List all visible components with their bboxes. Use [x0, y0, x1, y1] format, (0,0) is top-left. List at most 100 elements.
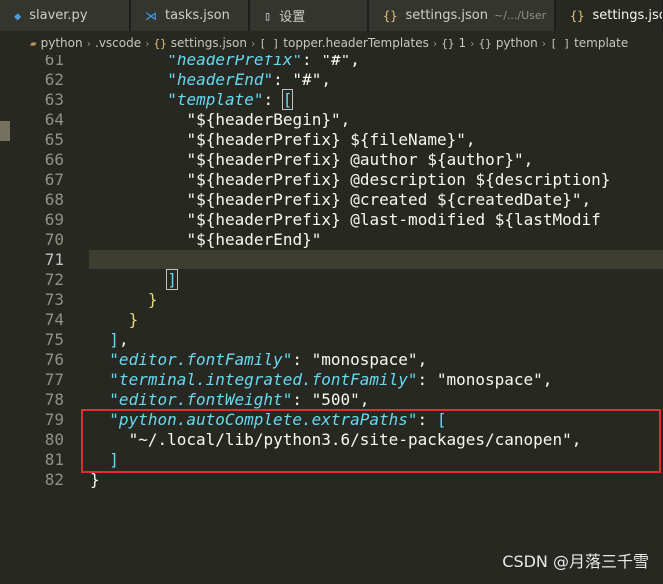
object-icon: {}	[441, 36, 455, 50]
code-line: 76 "editor.fontFamily": "monospace",	[0, 350, 663, 370]
tab-settings-json-user[interactable]: {} settings.json ~/.../User	[369, 0, 555, 31]
code-content: }	[148, 290, 158, 310]
chevron-right-icon: ›	[86, 36, 92, 50]
line-number: 77	[44, 370, 64, 389]
code-token: ,	[542, 370, 553, 389]
array-icon: [ ]	[550, 36, 571, 50]
breadcrumb-item-index[interactable]: {} 1	[441, 36, 466, 50]
code-content: "editor.fontWeight": "500",	[109, 390, 369, 410]
line-number: 81	[44, 450, 64, 469]
code-line: 63 "template": [	[0, 89, 663, 110]
line-number: 82	[44, 470, 64, 489]
breadcrumb-item-settings-json[interactable]: {} settings.json	[154, 36, 247, 50]
array-icon: [ ]	[259, 36, 280, 50]
file-icon: ▯	[264, 8, 272, 23]
breadcrumb-item-python[interactable]: ▰ python	[30, 36, 83, 50]
line-number: 78	[44, 390, 64, 409]
code-content: "${headerPrefix} ${fileName}",	[187, 130, 476, 150]
breadcrumb-label: .vscode	[95, 36, 142, 50]
tab-label: tasks.json	[165, 8, 230, 23]
code-token: :	[292, 390, 312, 409]
line-number: 80	[44, 430, 64, 449]
code-token: "${headerPrefix} @created ${createdDate}…	[186, 190, 592, 209]
code-line: 67 "${headerPrefix} @description ${descri…	[0, 170, 663, 190]
tab-label: 设置	[279, 10, 306, 25]
code-content: "headerEnd": "#",	[167, 70, 331, 90]
code-token: "${headerBegin}",	[186, 110, 351, 129]
line-number: 61	[44, 55, 64, 69]
code-content: "${headerBegin}",	[187, 110, 351, 130]
json-key: "editor.fontWeight"	[109, 390, 293, 409]
code-token: ,	[321, 70, 331, 89]
tab-settings-json-active[interactable]: {} settings.json	[556, 0, 663, 31]
breadcrumb-label: settings.json	[170, 36, 247, 50]
tab-slaver-py[interactable]: ◆ slaver.py	[0, 0, 130, 31]
code-token: }	[147, 290, 158, 309]
breadcrumb-label: python	[495, 36, 538, 50]
breadcrumb-label: 1	[458, 36, 467, 50]
code-line: 70 "${headerEnd}"	[0, 230, 663, 250]
vscode-icon: ⋊	[145, 8, 157, 23]
breadcrumb-item-template[interactable]: [ ] template	[550, 36, 628, 50]
line-number: 74	[44, 310, 64, 329]
tab-label: slaver.py	[29, 8, 88, 23]
code-token: ,	[118, 330, 129, 349]
line-number: 75	[44, 330, 64, 349]
line-number: 73	[44, 290, 64, 309]
code-content: "template": [	[167, 89, 294, 110]
watermark: CSDN @月落三千雪	[502, 552, 649, 571]
code-line: 75],	[0, 330, 663, 350]
breadcrumb-item-python-obj[interactable]: {} python	[479, 36, 538, 50]
breadcrumb-item-vscode[interactable]: .vscode	[95, 36, 141, 50]
line-number: 63	[44, 90, 64, 109]
code-line: 74}	[0, 310, 663, 330]
json-key: "headerEnd"	[167, 70, 274, 89]
code-editor[interactable]: 61 "headerPrefix": "#", 62 "headerEnd": "#"…	[0, 55, 663, 584]
tab-settings-ui[interactable]: ▯ 设置	[250, 0, 368, 31]
code-token: :	[302, 55, 322, 69]
code-line: 65 "${headerPrefix} ${fileName}",	[0, 130, 663, 150]
code-token: "#"	[321, 55, 351, 69]
code-token: }	[128, 310, 139, 329]
tab-bar: ◆ slaver.py ⋊ tasks.json ▯ 设置 {} setting…	[0, 0, 663, 31]
code-token: :	[417, 370, 437, 389]
line-number: 65	[44, 130, 64, 149]
code-content: "editor.fontFamily": "monospace",	[109, 350, 427, 370]
line-number: 76	[44, 350, 64, 369]
json-key: "terminal.integrated.fontFamily"	[109, 370, 418, 389]
tab-tasks-json[interactable]: ⋊ tasks.json	[131, 0, 249, 31]
code-token: ,	[417, 350, 428, 369]
code-line: 66 "${headerPrefix} @author ${author}",	[0, 150, 663, 170]
code-content: "${headerEnd}"	[187, 230, 322, 250]
breadcrumb-label: python	[40, 36, 83, 50]
line-number: 67	[44, 170, 64, 189]
code-token: :	[273, 70, 293, 89]
line-number: 70	[44, 230, 64, 249]
code-content: }	[129, 310, 139, 330]
code-line: 61 "headerPrefix": "#",	[0, 55, 663, 70]
code-content: ]	[166, 269, 178, 290]
line-number: 66	[44, 150, 64, 169]
line-number: 64	[44, 110, 64, 129]
json-key: "editor.fontFamily"	[109, 350, 293, 369]
tab-sublabel: ~/.../User	[494, 9, 547, 22]
matched-bracket: [	[281, 89, 294, 110]
code-line: 71	[0, 250, 663, 270]
code-token: "monospace"	[311, 350, 418, 369]
code-token: :	[292, 350, 312, 369]
code-token: "500"	[311, 390, 360, 409]
code-token: "monospace"	[436, 370, 543, 389]
code-line: 73}	[0, 290, 663, 310]
code-token: "${headerPrefix} @last-modified ${lastMo…	[186, 210, 601, 229]
code-line: 68 "${headerPrefix} @created ${createdDat…	[0, 190, 663, 210]
code-token: "${headerEnd}"	[186, 230, 322, 249]
json-icon: {}	[383, 8, 398, 23]
code-content: "${headerPrefix} @created ${createdDate}…	[187, 190, 592, 210]
json-icon: {}	[570, 8, 585, 23]
chevron-right-icon: ›	[145, 36, 150, 50]
breadcrumb-item-header-templates[interactable]: [ ] topper.headerTemplates	[259, 36, 428, 50]
code-line: 77 "terminal.integrated.fontFamily": "mon…	[0, 370, 663, 390]
line-number: 71	[44, 250, 64, 269]
code-line: 62 "headerEnd": "#",	[0, 70, 663, 90]
json-key: "template"	[167, 90, 264, 109]
